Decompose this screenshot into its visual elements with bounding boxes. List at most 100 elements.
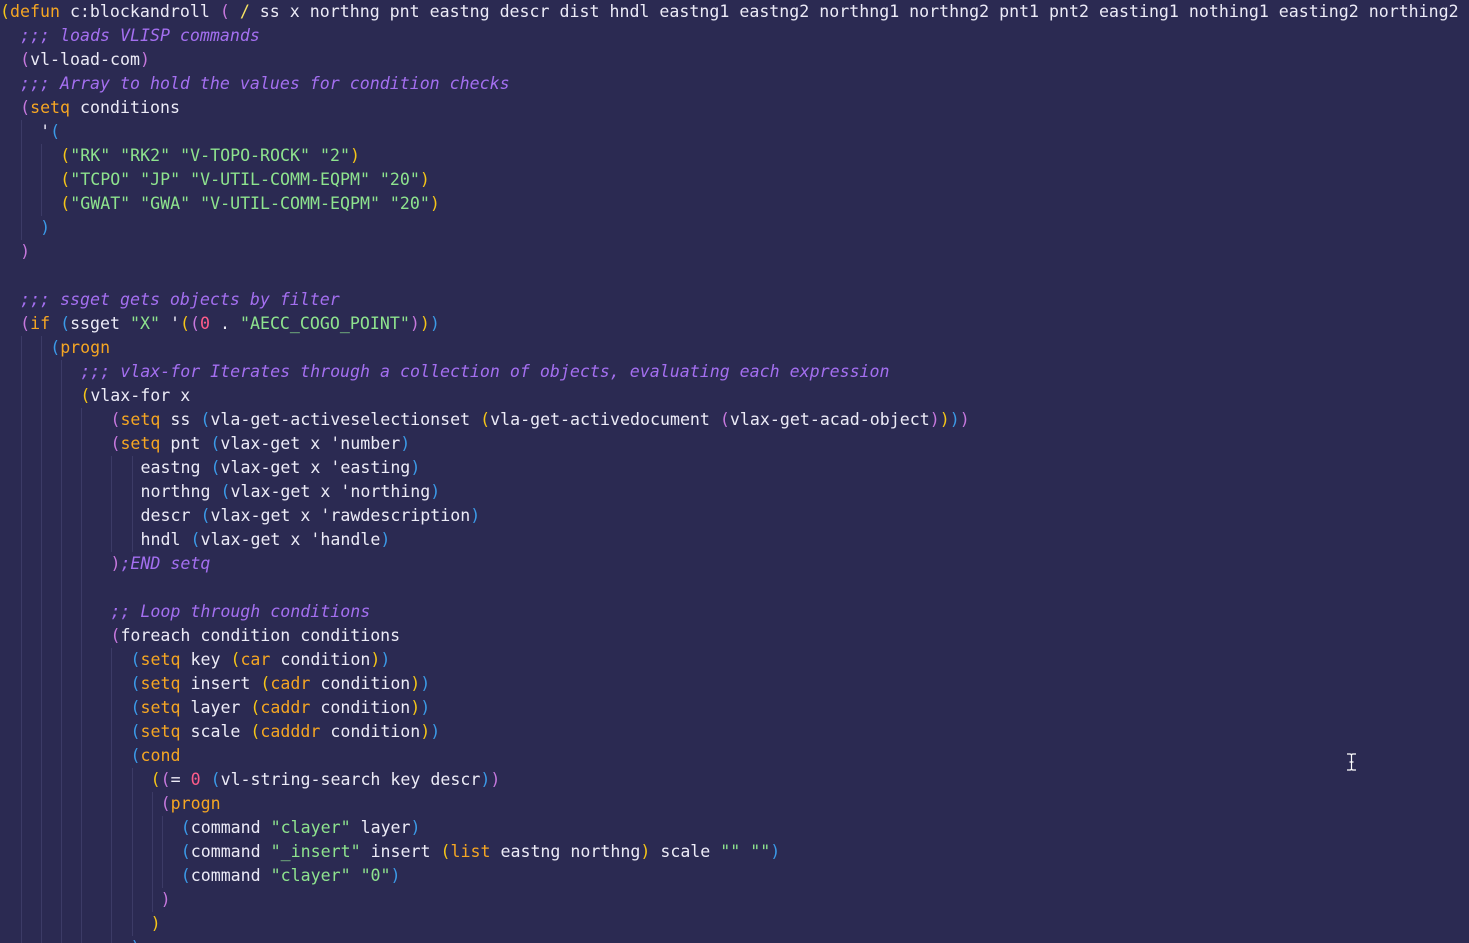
code-line[interactable]: (vl-load-com) xyxy=(0,48,1469,72)
operator-token: / xyxy=(239,2,250,21)
code-line[interactable]: ) xyxy=(0,216,1469,240)
code-line[interactable]: (progn xyxy=(0,336,1469,360)
paren-token: ) xyxy=(939,410,950,429)
code-text: descr xyxy=(140,506,201,525)
paren-token: ( xyxy=(80,386,91,405)
code-text: condition xyxy=(310,698,411,717)
paren-token: ( xyxy=(480,410,491,429)
code-line[interactable]: (command "clayer" "0") xyxy=(0,864,1469,888)
code-line[interactable]: (setq insert (cadr condition)) xyxy=(0,672,1469,696)
paren-token: ) xyxy=(110,554,121,573)
keyword-token: setq xyxy=(30,98,71,117)
code-line[interactable]: ) xyxy=(0,936,1469,943)
code-line[interactable]: '( xyxy=(0,120,1469,144)
code-line[interactable]: (setq conditions xyxy=(0,96,1469,120)
quote-token: ' xyxy=(40,122,51,141)
code-line[interactable]: (command "clayer" layer) xyxy=(0,816,1469,840)
keyword-token: setq xyxy=(120,410,161,429)
code-text: key xyxy=(180,650,231,669)
code-line[interactable] xyxy=(0,264,1469,288)
paren-token: ( xyxy=(150,770,161,789)
code-line[interactable]: ("GWAT" "GWA" "V-UTIL-COMM-EQPM" "20") xyxy=(0,192,1469,216)
code-line[interactable]: northng (vlax-get x 'northing) xyxy=(0,480,1469,504)
code-line[interactable]: descr (vlax-get x 'rawdescription) xyxy=(0,504,1469,528)
paren-token: ( xyxy=(210,434,221,453)
paren-token: ) xyxy=(419,170,430,189)
paren-token: ) xyxy=(380,530,391,549)
code-line[interactable]: ;;; ssget gets objects by filter xyxy=(0,288,1469,312)
paren-token: ( xyxy=(180,818,191,837)
code-text: vla-get-activeselectionset xyxy=(210,410,481,429)
code-line[interactable]: ("RK" "RK2" "V-TOPO-ROCK" "2") xyxy=(0,144,1469,168)
code-text: layer xyxy=(350,818,411,837)
paren-token: ( xyxy=(210,458,221,477)
paren-token: ) xyxy=(429,314,440,333)
paren-token: ) xyxy=(139,50,150,69)
code-line[interactable]: ;;; loads VLISP commands xyxy=(0,24,1469,48)
code-text: vlax-for x xyxy=(90,386,191,405)
code-line[interactable]: (cond xyxy=(0,744,1469,768)
paren-token: ( xyxy=(60,314,71,333)
paren-token: ) xyxy=(410,818,421,837)
code-line[interactable]: (setq ss (vla-get-activeselectionset (vl… xyxy=(0,408,1469,432)
paren-token: ) xyxy=(20,242,31,261)
paren-token: ( xyxy=(20,98,31,117)
code-line[interactable]: (setq scale (cadddr condition)) xyxy=(0,720,1469,744)
code-line[interactable]: (setq layer (caddr condition)) xyxy=(0,696,1469,720)
paren-token: ( xyxy=(60,194,71,213)
paren-token: ) xyxy=(640,842,651,861)
code-editor[interactable]: (defun c:blockandroll ( / ss x northng p… xyxy=(0,0,1469,943)
keyword-token: progn xyxy=(170,794,221,813)
code-line[interactable]: hndl (vlax-get x 'handle) xyxy=(0,528,1469,552)
code-text: ss xyxy=(160,410,201,429)
code-line[interactable]: ;;; vlax-for Iterates through a collecti… xyxy=(0,360,1469,384)
code-line[interactable]: (setq key (car condition)) xyxy=(0,648,1469,672)
code-line[interactable]: (foreach condition conditions xyxy=(0,624,1469,648)
text-ibeam-cursor-icon xyxy=(1347,753,1356,771)
paren-token: ( xyxy=(0,2,10,21)
paren-token: ( xyxy=(189,314,200,333)
code-text: pnt xyxy=(160,434,211,453)
code-line[interactable]: (if (ssget "X" '((0 . "AECC_COGO_POINT")… xyxy=(0,312,1469,336)
paren-token: ) xyxy=(390,866,401,885)
paren-token: ( xyxy=(60,170,71,189)
string-token: "" "" xyxy=(720,842,771,861)
code-text: vlax-get x 'rawdescription xyxy=(210,506,471,525)
paren-token: ( xyxy=(180,866,191,885)
string-token: "AECC_COGO_POINT" xyxy=(239,314,410,333)
code-line[interactable]: (setq pnt (vlax-get x 'number) xyxy=(0,432,1469,456)
paren-token: ( xyxy=(130,722,141,741)
code-text: layer xyxy=(180,698,251,717)
code-line[interactable]: (vlax-for x xyxy=(0,384,1469,408)
code-line[interactable]: ) xyxy=(0,912,1469,936)
paren-token: ) xyxy=(490,770,501,789)
code-area[interactable]: (defun c:blockandroll ( / ss x northng p… xyxy=(0,0,1469,943)
paren-token: ) xyxy=(420,674,431,693)
code-line[interactable]: ;;; Array to hold the values for conditi… xyxy=(0,72,1469,96)
code-text: vlax-get x 'easting xyxy=(220,458,411,477)
code-line[interactable]: ) xyxy=(0,240,1469,264)
comment-token: ;;; loads VLISP commands xyxy=(20,26,260,45)
code-text: . xyxy=(209,314,240,333)
code-line[interactable]: (progn xyxy=(0,792,1469,816)
comment-token: ;; Loop through conditions xyxy=(110,602,371,621)
code-text: scale xyxy=(180,722,251,741)
paren-token: ) xyxy=(40,218,51,237)
paren-token: ( xyxy=(60,146,71,165)
code-line[interactable]: (command "_insert" insert (list eastng n… xyxy=(0,840,1469,864)
code-line[interactable]: ;; Loop through conditions xyxy=(0,600,1469,624)
code-line[interactable]: eastng (vlax-get x 'easting) xyxy=(0,456,1469,480)
paren-token: ( xyxy=(50,122,61,141)
code-line[interactable]: ((= 0 (vl-string-search key descr)) xyxy=(0,768,1469,792)
paren-token: ( xyxy=(179,314,190,333)
code-line[interactable]: (defun c:blockandroll ( / ss x northng p… xyxy=(0,0,1469,24)
code-line[interactable]: ) xyxy=(0,888,1469,912)
code-text: vlax-get-acad-object xyxy=(729,410,930,429)
code-line[interactable]: );END setq xyxy=(0,552,1469,576)
code-line[interactable]: ("TCPO" "JP" "V-UTIL-COMM-EQPM" "20") xyxy=(0,168,1469,192)
code-text: = xyxy=(170,770,191,789)
code-line[interactable] xyxy=(0,576,1469,600)
paren-token: ( xyxy=(160,770,171,789)
code-text: vlax-get x 'northing xyxy=(230,482,431,501)
